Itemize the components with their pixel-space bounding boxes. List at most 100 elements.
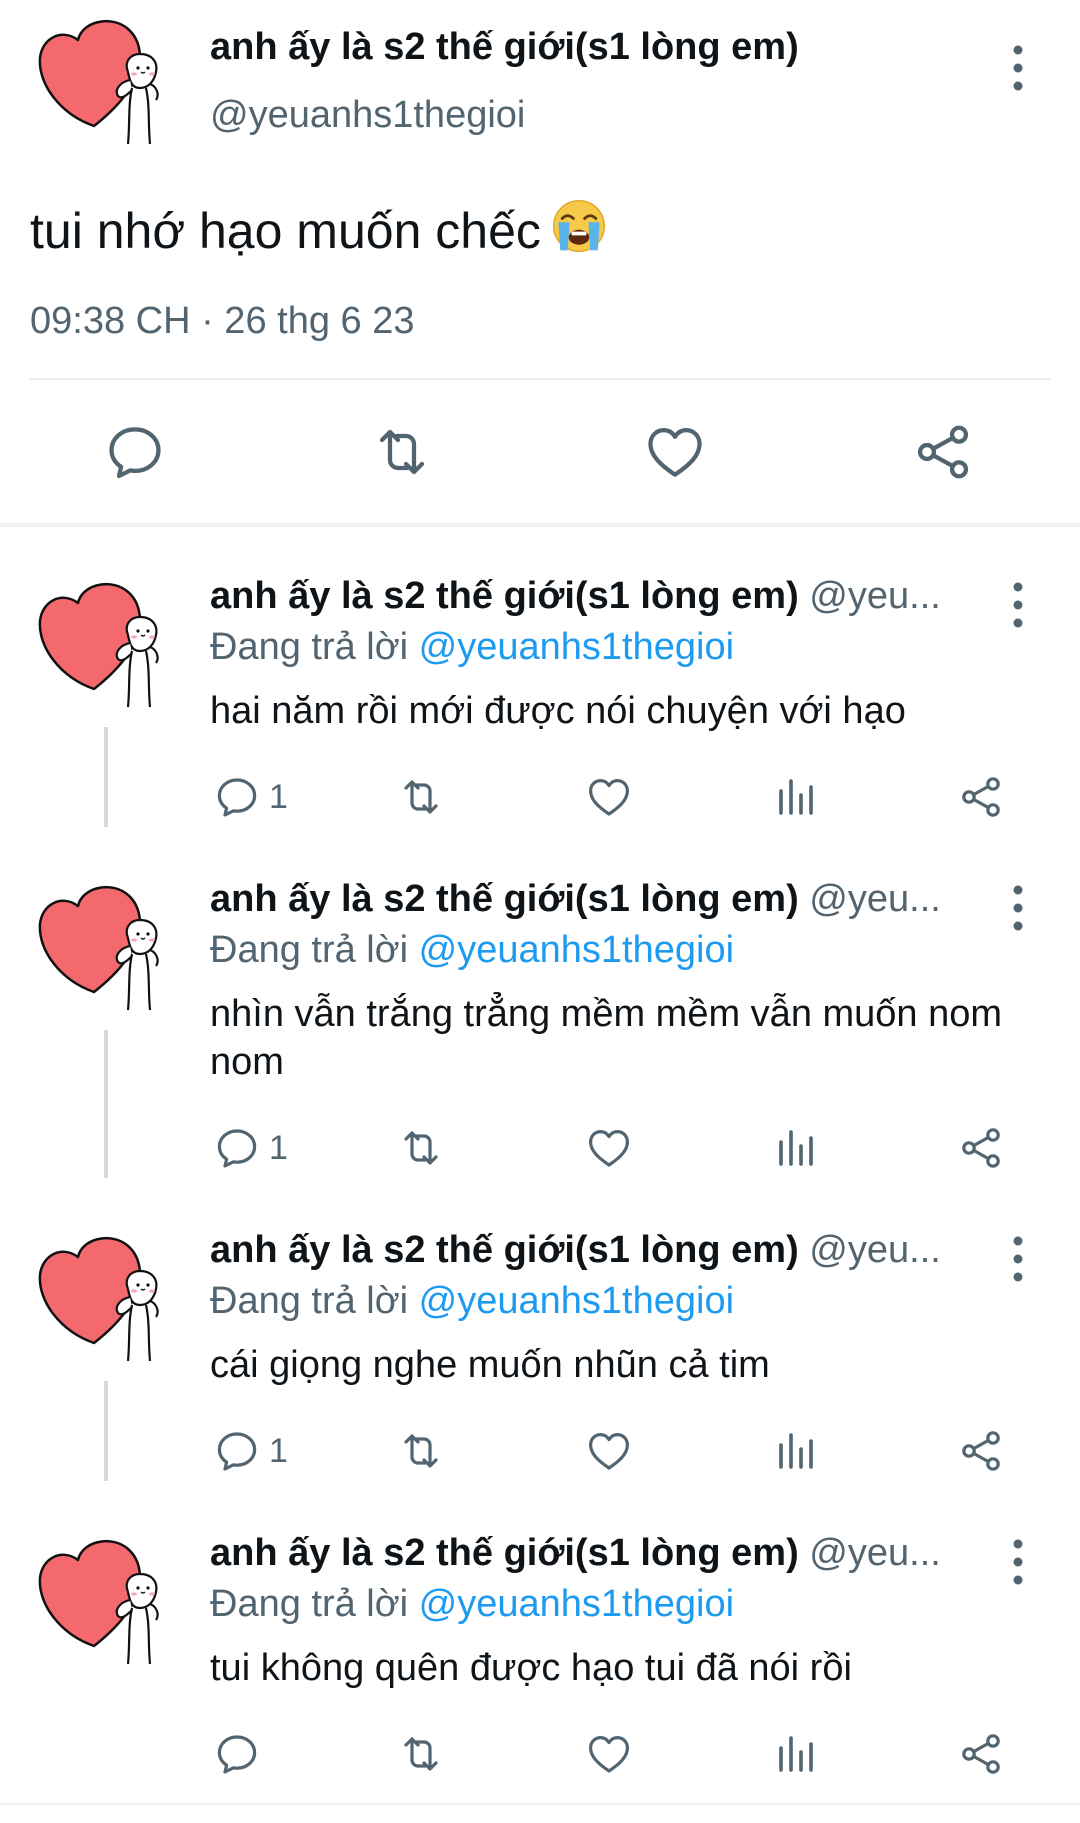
reply-count: 1 — [269, 1128, 288, 1167]
reply-button[interactable] — [103, 420, 167, 484]
author-name[interactable]: anh ấy là s2 thế giới(s1 lòng em) — [210, 575, 799, 617]
replying-prefix: Đang trả lời — [210, 929, 409, 971]
reply-tweet[interactable]: anh ấy là s2 thế giới(s1 lòng em) @yeu..… — [0, 1181, 1080, 1481]
retweet-icon — [397, 1730, 445, 1778]
divider — [30, 378, 1050, 380]
reply-header: anh ấy là s2 thế giới(s1 lòng em) @yeu..… — [210, 1532, 990, 1575]
share-icon — [911, 420, 975, 484]
retweet-button[interactable] — [397, 773, 445, 821]
share-button[interactable] — [911, 420, 975, 484]
heart-avatar-icon — [30, 880, 180, 1030]
tweet-timestamp[interactable]: 09:38 CH · 26 thg 6 23 — [30, 300, 414, 343]
share-button[interactable] — [957, 1427, 1005, 1475]
retweet-icon — [397, 1427, 445, 1475]
avatar[interactable] — [30, 14, 180, 164]
share-icon — [957, 1427, 1005, 1475]
more-options-button[interactable] — [1000, 40, 1036, 96]
analytics-icon — [771, 1427, 819, 1475]
more-vertical-icon — [1000, 577, 1036, 633]
like-button[interactable] — [585, 1124, 633, 1172]
reply-actions: 1 — [0, 773, 1080, 821]
author-name[interactable]: anh ấy là s2 thế giới(s1 lòng em) — [210, 26, 799, 69]
share-button[interactable] — [957, 1124, 1005, 1172]
reply-tweet[interactable]: anh ấy là s2 thế giới(s1 lòng em) @yeu..… — [0, 830, 1080, 1180]
more-vertical-icon — [1000, 880, 1036, 936]
divider — [0, 1803, 1080, 1805]
reply-button[interactable]: 1 — [213, 1124, 288, 1172]
author-handle[interactable]: @yeuanhs1thegioi — [210, 94, 525, 137]
reply-actions: 1 — [0, 1124, 1080, 1172]
author-handle[interactable]: @yeu... — [809, 575, 941, 617]
avatar[interactable] — [30, 1534, 180, 1684]
main-tweet: anh ấy là s2 thế giới(s1 lòng em) @yeuan… — [0, 0, 1080, 523]
author-name[interactable]: anh ấy là s2 thế giới(s1 lòng em) — [210, 1532, 799, 1574]
author-name[interactable]: anh ấy là s2 thế giới(s1 lòng em) — [210, 878, 799, 920]
reply-text: hai năm rồi mới được nói chuyện với hạo — [210, 690, 906, 732]
replying-to: Đang trả lời @yeuanhs1thegioi — [210, 1583, 734, 1626]
heart-avatar-icon — [30, 577, 180, 727]
author-handle[interactable]: @yeu... — [809, 1532, 941, 1574]
reply-icon — [213, 1124, 261, 1172]
analytics-icon — [771, 1124, 819, 1172]
reply-button[interactable]: 1 — [213, 773, 288, 821]
heart-avatar-icon — [30, 1231, 180, 1381]
like-icon — [585, 1730, 633, 1778]
reply-button[interactable] — [213, 1730, 269, 1778]
like-button[interactable] — [585, 1427, 633, 1475]
replying-to-handle[interactable]: @yeuanhs1thegioi — [419, 1583, 734, 1625]
replying-to-handle[interactable]: @yeuanhs1thegioi — [419, 1280, 734, 1322]
author-name[interactable]: anh ấy là s2 thế giới(s1 lòng em) — [210, 1229, 799, 1271]
loudly-crying-face-icon — [552, 199, 605, 253]
analytics-button[interactable] — [771, 773, 819, 821]
analytics-button[interactable] — [771, 1124, 819, 1172]
heart-avatar-icon — [30, 14, 180, 164]
replying-to-handle[interactable]: @yeuanhs1thegioi — [419, 626, 734, 668]
more-vertical-icon — [1000, 1534, 1036, 1590]
share-button[interactable] — [957, 1730, 1005, 1778]
more-options-button[interactable] — [1000, 1231, 1036, 1287]
like-icon — [585, 1124, 633, 1172]
retweet-icon — [370, 420, 434, 484]
retweet-icon — [397, 1124, 445, 1172]
reply-header: anh ấy là s2 thế giới(s1 lòng em) @yeu..… — [210, 1229, 990, 1272]
more-options-button[interactable] — [1000, 577, 1036, 633]
avatar[interactable] — [30, 1231, 180, 1381]
author-handle[interactable]: @yeu... — [809, 878, 941, 920]
reply-tweet[interactable]: anh ấy là s2 thế giới(s1 lòng em) @yeu..… — [0, 527, 1080, 827]
more-vertical-icon — [1000, 40, 1036, 96]
analytics-button[interactable] — [771, 1730, 819, 1778]
share-button[interactable] — [957, 773, 1005, 821]
reply-icon — [213, 1427, 261, 1475]
retweet-button[interactable] — [370, 420, 434, 484]
more-options-button[interactable] — [1000, 1534, 1036, 1590]
like-button[interactable] — [585, 773, 633, 821]
like-icon — [643, 420, 707, 484]
reply-text: nhìn vẫn trắng trẳng mềm mềm vẫn muốn no… — [210, 993, 1003, 1083]
tweet-text-content: tui nhớ hạo muốn chếc — [30, 203, 541, 259]
replying-to: Đang trả lời @yeuanhs1thegioi — [210, 1280, 734, 1323]
replying-prefix: Đang trả lời — [210, 626, 409, 668]
like-button[interactable] — [585, 1730, 633, 1778]
reply-button[interactable]: 1 — [213, 1427, 288, 1475]
retweet-button[interactable] — [397, 1730, 445, 1778]
retweet-button[interactable] — [397, 1124, 445, 1172]
reply-text: tui không quên được hạo tui đã nói rồi — [210, 1647, 852, 1689]
author-handle[interactable]: @yeu... — [809, 1229, 941, 1271]
like-button[interactable] — [643, 420, 707, 484]
reply-icon — [103, 420, 167, 484]
more-options-button[interactable] — [1000, 880, 1036, 936]
analytics-icon — [771, 1730, 819, 1778]
tweet-actions — [0, 420, 1080, 484]
analytics-button[interactable] — [771, 1427, 819, 1475]
retweet-button[interactable] — [397, 1427, 445, 1475]
reply-actions — [0, 1730, 1080, 1778]
avatar[interactable] — [30, 880, 180, 1030]
reply-tweet[interactable]: anh ấy là s2 thế giới(s1 lòng em) @yeu..… — [0, 1484, 1080, 1802]
tweet-text: tui nhớ hạo muốn chếc — [30, 196, 609, 260]
avatar[interactable] — [30, 577, 180, 727]
replying-prefix: Đang trả lời — [210, 1583, 409, 1625]
reply-icon — [213, 773, 261, 821]
replying-to-handle[interactable]: @yeuanhs1thegioi — [419, 929, 734, 971]
reply-count: 1 — [269, 777, 288, 816]
reply-header: anh ấy là s2 thế giới(s1 lòng em) @yeu..… — [210, 878, 990, 921]
